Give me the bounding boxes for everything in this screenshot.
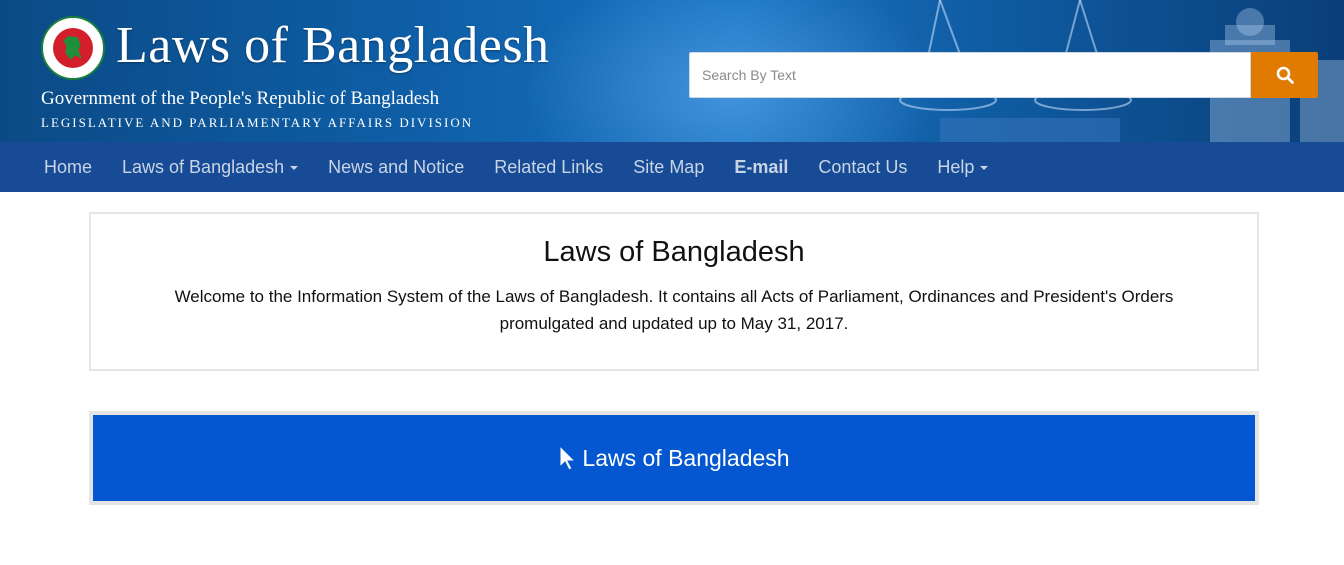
- laws-button-frame: Laws of Bangladesh: [89, 411, 1259, 505]
- nav-label: Related Links: [494, 157, 604, 177]
- nav-label: E-mail: [734, 157, 789, 177]
- search-input[interactable]: [689, 52, 1251, 98]
- search-icon: [1276, 66, 1294, 84]
- search-bar: [689, 52, 1318, 98]
- nav-label: News and Notice: [328, 157, 465, 177]
- nav-help-dropdown[interactable]: Help: [922, 142, 1003, 192]
- laws-of-bangladesh-button[interactable]: Laws of Bangladesh: [93, 415, 1255, 501]
- nav-label: Contact Us: [818, 157, 908, 177]
- nav-site-map[interactable]: Site Map: [618, 142, 719, 192]
- caret-down-icon: [980, 166, 989, 171]
- nav-email[interactable]: E-mail: [719, 142, 803, 192]
- main-navbar: Home Laws of Bangladesh News and Notice …: [0, 142, 1344, 192]
- nav-laws-dropdown[interactable]: Laws of Bangladesh: [107, 142, 313, 192]
- welcome-panel: Laws of Bangladesh Welcome to the Inform…: [89, 212, 1259, 371]
- nav-label: Help: [937, 157, 975, 177]
- nav-label: Home: [44, 157, 93, 177]
- welcome-text: Welcome to the Information System of the…: [174, 287, 1174, 333]
- pointer-cursor-icon: [559, 445, 577, 471]
- nav-contact-us[interactable]: Contact Us: [803, 142, 922, 192]
- nav-related-links[interactable]: Related Links: [479, 142, 618, 192]
- caret-down-icon: [290, 166, 299, 171]
- government-subtitle: Government of the People's Republic of B…: [41, 88, 440, 109]
- nav-label: Laws of Bangladesh: [122, 157, 285, 177]
- site-title[interactable]: Laws of Bangladesh: [116, 14, 550, 78]
- govt-seal-logo[interactable]: [41, 16, 105, 80]
- laws-button-label: Laws of Bangladesh: [582, 444, 790, 471]
- division-subtitle: LEGISLATIVE AND PARLIAMENTARY AFFAIRS DI…: [41, 115, 474, 130]
- header-banner: Laws of Bangladesh Government of the Peo…: [0, 0, 1344, 142]
- nav-home[interactable]: Home: [29, 142, 107, 192]
- welcome-title: Laws of Bangladesh: [543, 236, 805, 268]
- nav-news-and-notice[interactable]: News and Notice: [313, 142, 479, 192]
- search-button[interactable]: [1251, 52, 1318, 98]
- nav-label: Site Map: [633, 157, 705, 177]
